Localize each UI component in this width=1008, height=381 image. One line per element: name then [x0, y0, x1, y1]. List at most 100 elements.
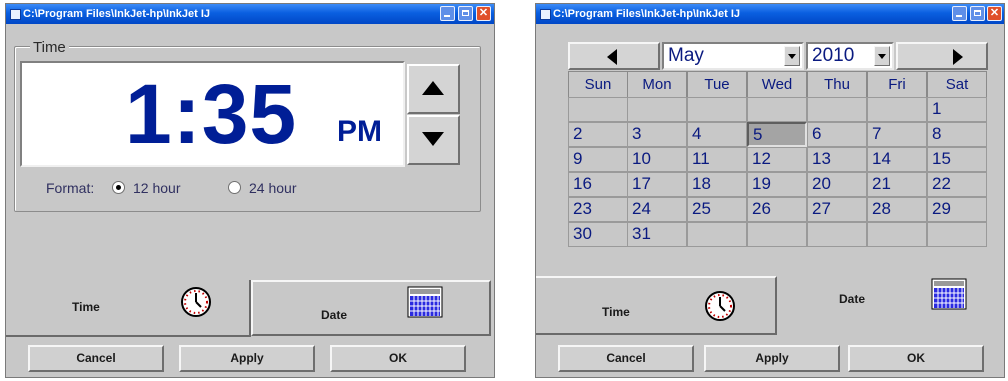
weekday-header: Sun: [568, 71, 628, 97]
calendar-day[interactable]: 2: [568, 122, 628, 147]
calendar-day[interactable]: 22: [927, 172, 987, 197]
tab-date[interactable]: Date: [777, 276, 1001, 335]
tab-date-label: Date: [321, 308, 348, 322]
clock-icon: [181, 287, 211, 317]
calendar-day[interactable]: 8: [927, 122, 987, 147]
time-value: 1:35: [125, 67, 298, 161]
apply-button[interactable]: Apply: [704, 345, 840, 372]
calendar-day[interactable]: 9: [568, 147, 628, 172]
calendar-empty-cell: [568, 97, 628, 122]
app-icon: [540, 9, 551, 20]
calendar-day[interactable]: 1: [927, 97, 987, 122]
year-select[interactable]: 2010: [806, 42, 894, 70]
calendar-day[interactable]: 17: [627, 172, 687, 197]
month-value: May: [668, 45, 704, 66]
cancel-button[interactable]: Cancel: [28, 345, 164, 372]
calendar-day[interactable]: 28: [867, 197, 927, 222]
minimize-icon[interactable]: [952, 6, 967, 21]
calendar-empty-cell: [747, 97, 807, 122]
weekday-header: Thu: [807, 71, 867, 97]
calendar-day[interactable]: 25: [687, 197, 747, 222]
calendar-day[interactable]: 30: [568, 222, 628, 247]
calendar-day[interactable]: 7: [867, 122, 927, 147]
weekday-header: Wed: [747, 71, 807, 97]
calendar-day[interactable]: 31: [627, 222, 687, 247]
calendar-day[interactable]: 15: [927, 147, 987, 172]
weekday-header: Fri: [867, 71, 927, 97]
weekday-header: Sat: [927, 71, 987, 97]
calendar-day[interactable]: 23: [568, 197, 628, 222]
calendar-empty-cell: [747, 222, 807, 247]
minimize-icon[interactable]: [440, 6, 455, 21]
time-display[interactable]: 1:35 PM: [20, 61, 405, 167]
calendar-icon: [407, 286, 443, 318]
tab-time-label: Time: [72, 300, 100, 314]
calendar-day[interactable]: 26: [747, 197, 807, 222]
next-month-button[interactable]: [896, 42, 988, 70]
calendar-day[interactable]: 18: [687, 172, 747, 197]
calendar-day[interactable]: 6: [807, 122, 867, 147]
calendar-empty-cell: [687, 97, 747, 122]
radio-24-hour-label[interactable]: 24 hour: [249, 180, 296, 196]
ok-button[interactable]: OK: [848, 345, 984, 372]
calendar-day[interactable]: 19: [747, 172, 807, 197]
calendar-day[interactable]: 16: [568, 172, 628, 197]
calendar-day[interactable]: 27: [807, 197, 867, 222]
calendar-day[interactable]: 24: [627, 197, 687, 222]
tab-time[interactable]: Time: [536, 276, 777, 335]
clock-icon: [705, 291, 735, 321]
maximize-icon[interactable]: [458, 6, 473, 21]
calendar-icon: [931, 278, 967, 310]
calendar-empty-cell: [927, 222, 987, 247]
close-icon[interactable]: ✕: [987, 6, 1002, 21]
cancel-button[interactable]: Cancel: [558, 345, 694, 372]
format-label: Format:: [46, 180, 95, 196]
window-title: C:\Program Files\InkJet-hp\InkJet IJ: [23, 8, 211, 20]
calendar-day[interactable]: 12: [747, 147, 807, 172]
ok-button[interactable]: OK: [330, 345, 466, 372]
calendar-empty-cell: [867, 222, 927, 247]
weekday-header: Mon: [627, 71, 687, 97]
tab-time[interactable]: Time: [6, 280, 251, 337]
arrow-right-icon: [953, 49, 963, 65]
radio-12-hour-label[interactable]: 12 hour: [133, 180, 180, 196]
calendar-day[interactable]: 21: [867, 172, 927, 197]
calendar-day[interactable]: 10: [627, 147, 687, 172]
month-select[interactable]: May: [662, 42, 804, 70]
chevron-down-icon[interactable]: [784, 46, 800, 66]
tab-time-label: Time: [602, 305, 630, 319]
radio-24-hour[interactable]: [228, 181, 241, 194]
calendar-empty-cell: [687, 222, 747, 247]
calendar-empty-cell: [867, 97, 927, 122]
calendar-day[interactable]: 14: [867, 147, 927, 172]
decrement-button[interactable]: [407, 115, 460, 165]
time-group-label: Time: [30, 39, 69, 56]
year-value: 2010: [812, 45, 855, 66]
calendar-day[interactable]: 4: [687, 122, 747, 147]
date-settings-window: C:\Program Files\InkJet-hp\InkJet IJ ✕ M…: [535, 3, 1005, 378]
close-icon[interactable]: ✕: [476, 6, 491, 21]
chevron-down-icon[interactable]: [874, 46, 890, 66]
arrow-up-icon: [422, 81, 444, 95]
increment-button[interactable]: [407, 64, 460, 114]
app-icon: [10, 9, 21, 20]
apply-button[interactable]: Apply: [179, 345, 315, 372]
window-title: C:\Program Files\InkJet-hp\InkJet IJ: [553, 8, 741, 20]
calendar-day[interactable]: 11: [687, 147, 747, 172]
arrow-left-icon: [607, 49, 617, 65]
maximize-icon[interactable]: [970, 6, 985, 21]
tab-date[interactable]: Date: [251, 280, 491, 336]
calendar-day[interactable]: 20: [807, 172, 867, 197]
calendar-empty-cell: [807, 222, 867, 247]
tab-date-label: Date: [839, 292, 866, 306]
calendar-day[interactable]: 5: [747, 122, 807, 147]
radio-12-hour[interactable]: [112, 181, 125, 194]
prev-month-button[interactable]: [568, 42, 660, 70]
weekday-header: Tue: [687, 71, 747, 97]
title-bar[interactable]: C:\Program Files\InkJet-hp\InkJet IJ ✕: [6, 4, 494, 24]
calendar-day[interactable]: 3: [627, 122, 687, 147]
calendar-day[interactable]: 29: [927, 197, 987, 222]
calendar-empty-cell: [807, 97, 867, 122]
title-bar[interactable]: C:\Program Files\InkJet-hp\InkJet IJ ✕: [536, 4, 1004, 24]
calendar-day[interactable]: 13: [807, 147, 867, 172]
